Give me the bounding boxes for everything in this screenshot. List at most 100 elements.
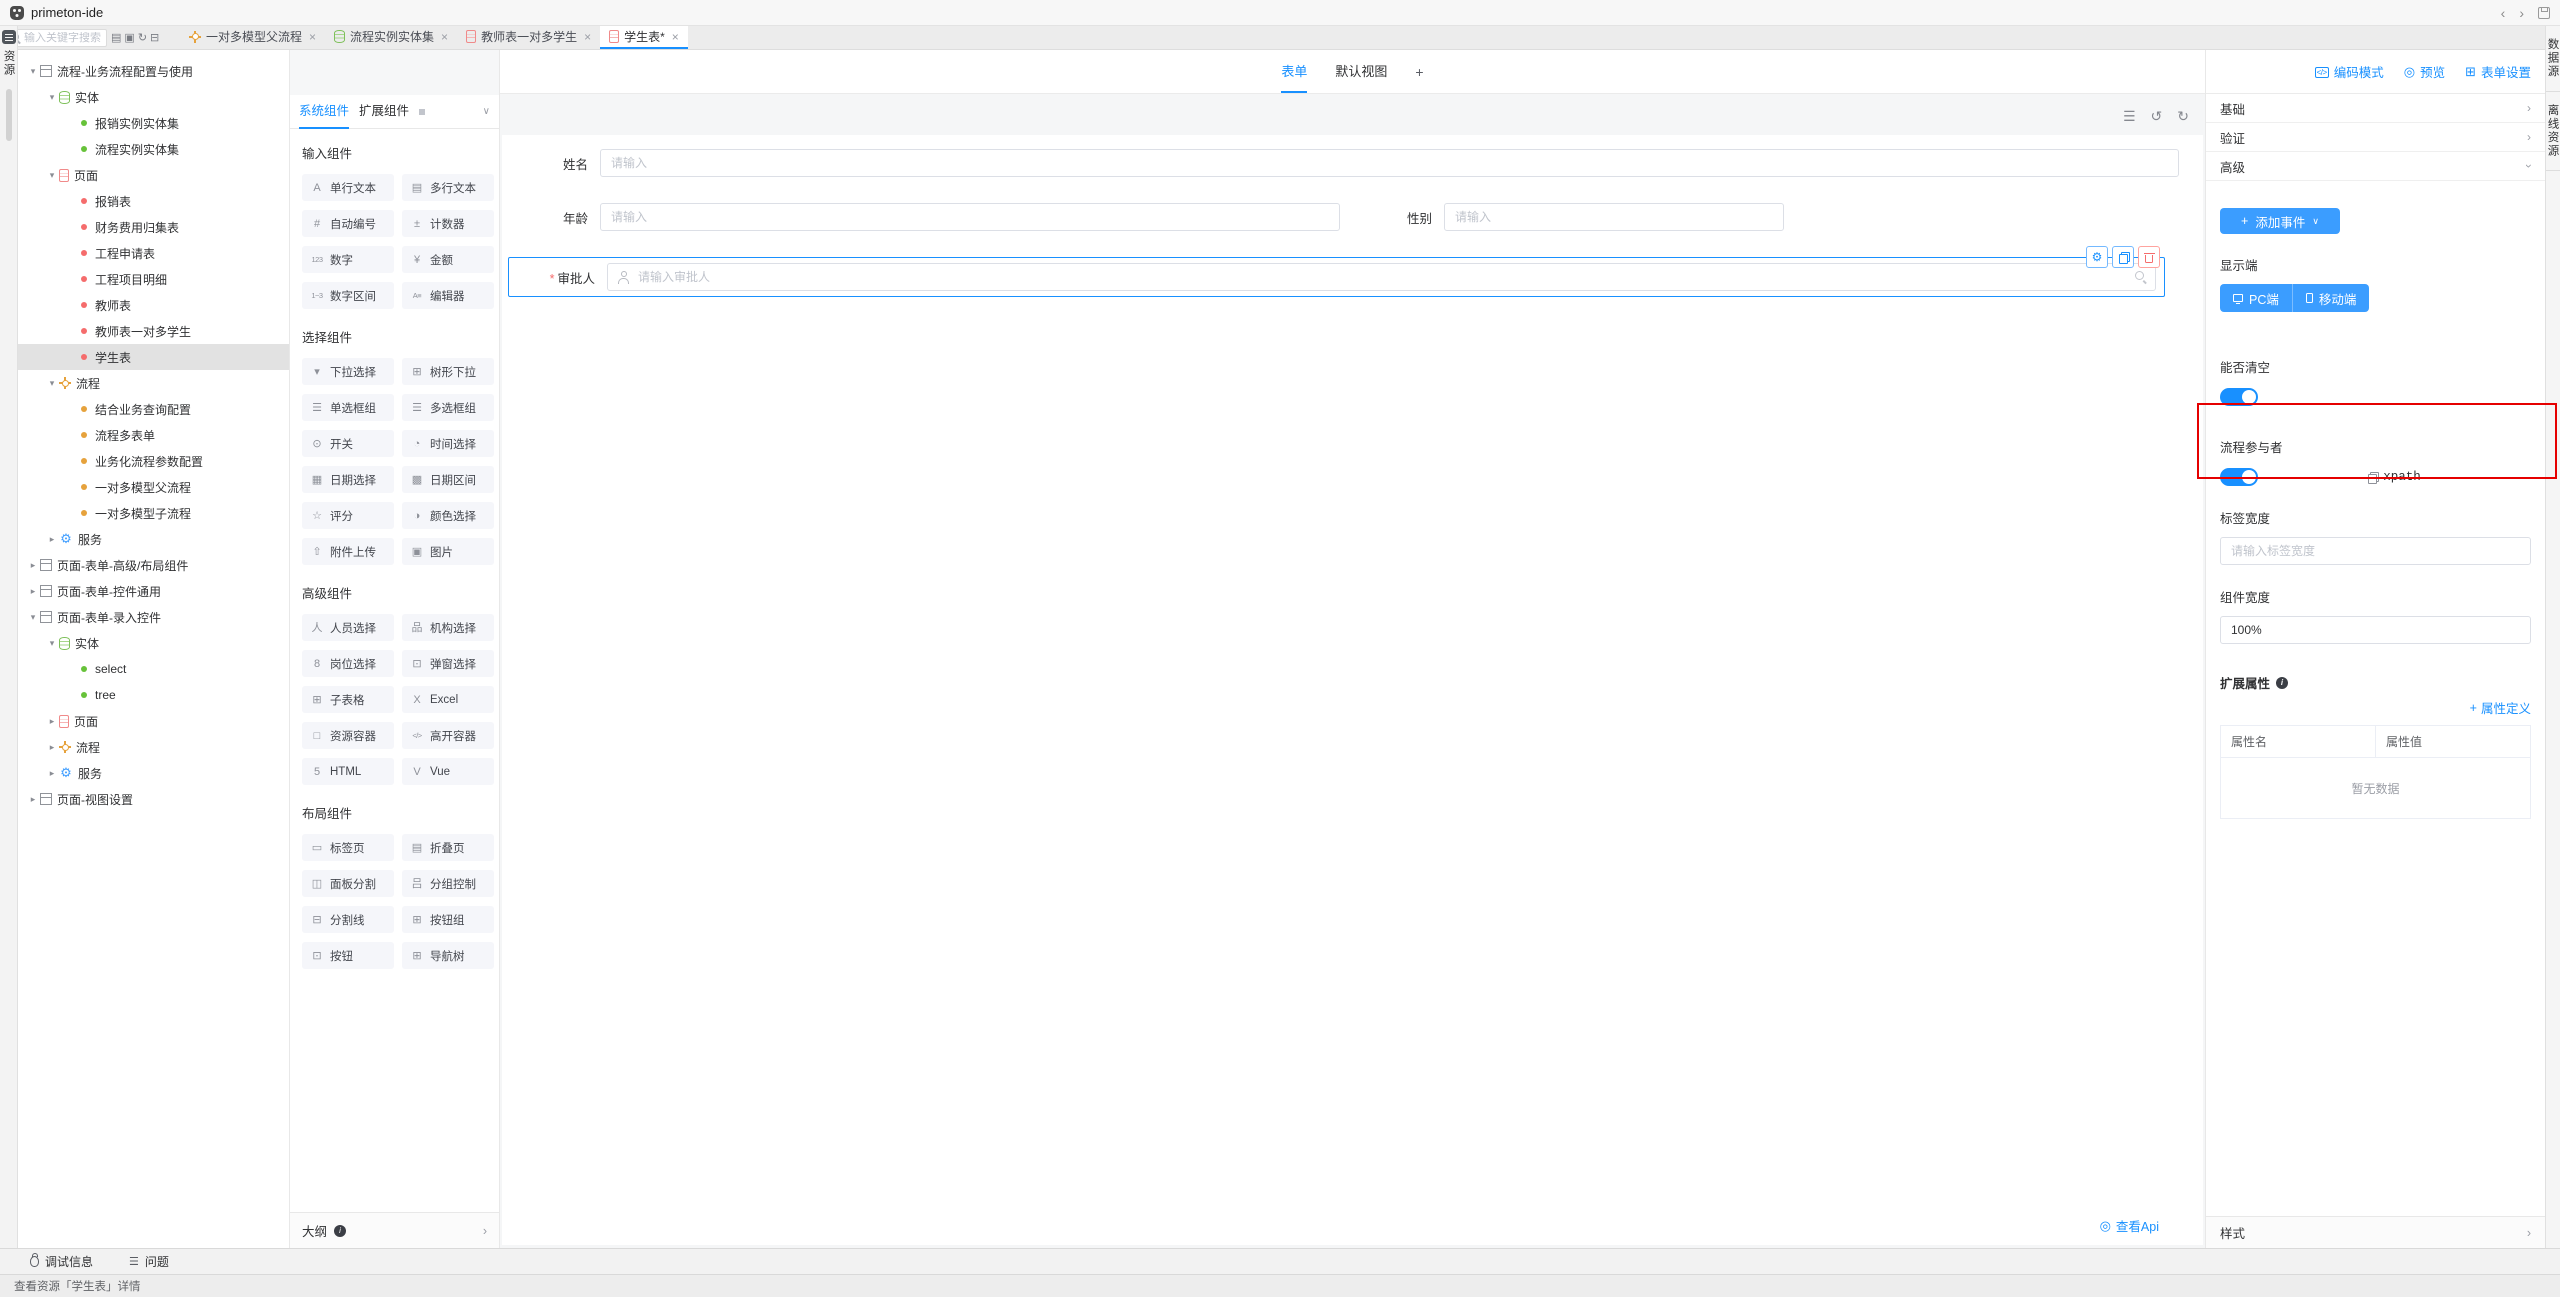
view-api-link[interactable]: ◎ 查看Api (2100, 1216, 2159, 1235)
tree-expand-arrow[interactable]: ▸ (45, 716, 59, 727)
palette-item[interactable]: 1~3 数字区间 (302, 282, 394, 309)
rail-scroll-thumb[interactable] (6, 89, 12, 141)
copy-icon[interactable] (2368, 472, 2377, 483)
accordion-section[interactable]: 基础 › (2206, 94, 2545, 123)
view-tab[interactable]: 表单 (1281, 50, 1307, 93)
resource-search-input[interactable] (24, 32, 102, 44)
tree-expand-arrow[interactable]: ▸ (26, 586, 40, 597)
palette-item[interactable]: # 自动编号 (302, 210, 394, 237)
tree-expand-arrow[interactable]: ▸ (45, 768, 59, 779)
header-action-button[interactable]: 编码模式 (2315, 62, 2384, 81)
palette-item[interactable]: ☆ 评分 (302, 502, 394, 529)
palette-item[interactable]: ◫ 面板分割 (302, 870, 394, 897)
tree-expand-arrow[interactable]: ▸ (26, 794, 40, 805)
field-settings-button[interactable]: ⚙ (2086, 246, 2108, 268)
document-tab[interactable]: 学生表* × (600, 26, 688, 49)
palette-item[interactable]: ⊞ 子表格 (302, 686, 394, 713)
palette-item[interactable]: ⇧ 附件上传 (302, 538, 394, 565)
accordion-section[interactable]: 高级 › (2206, 152, 2545, 181)
undo-icon[interactable]: ↺ (2151, 108, 2163, 125)
participant-toggle[interactable] (2220, 468, 2258, 486)
problems-button[interactable]: ☰ 问题 (129, 1253, 169, 1270)
menu-icon[interactable] (2, 30, 16, 44)
clearable-toggle[interactable] (2220, 388, 2258, 406)
tree-item[interactable]: 一对多模型父流程 (18, 474, 289, 500)
tree-item[interactable]: 业务化流程参数配置 (18, 448, 289, 474)
palette-item[interactable]: X Excel (402, 686, 494, 713)
palette-item[interactable]: ⊟ 分割线 (302, 906, 394, 933)
palette-item[interactable]: ▤ 多行文本 (402, 174, 494, 201)
tree-item[interactable]: ▾ 流程-业务流程配置与使用 (18, 58, 289, 84)
debug-info-button[interactable]: 调试信息 (30, 1253, 93, 1270)
palette-item[interactable]: ⊞ 树形下拉 (402, 358, 494, 385)
refresh-icon[interactable]: ↻ (138, 31, 147, 44)
new-folder-icon[interactable]: ▣ (124, 31, 134, 44)
tree-expand-arrow[interactable]: ▾ (45, 378, 59, 389)
tree-expand-arrow[interactable]: ▾ (26, 612, 40, 623)
tree-item[interactable]: 学生表 (18, 344, 289, 370)
tree-item[interactable]: ▾ 流程 (18, 370, 289, 396)
rail-tab[interactable]: 离线资源 (2546, 92, 2560, 171)
redo-icon[interactable]: ↻ (2177, 108, 2189, 125)
pin-icon[interactable] (419, 109, 425, 115)
palette-item[interactable]: 品 机构选择 (402, 614, 494, 641)
field-copy-button[interactable] (2112, 246, 2134, 268)
tree-item[interactable]: ▸ 流程 (18, 734, 289, 760)
tree-item[interactable]: ▸ 页面-表单-控件通用 (18, 578, 289, 604)
tree-expand-arrow[interactable]: ▾ (45, 92, 59, 103)
tree-item[interactable]: 教师表一对多学生 (18, 318, 289, 344)
attr-define-link[interactable]: 属性定义 (2481, 698, 2531, 717)
tab-close-icon[interactable]: × (584, 30, 591, 44)
search-box[interactable] (5, 29, 107, 47)
approver-input[interactable] (607, 263, 2156, 291)
palette-item[interactable]: ¥ 金额 (402, 246, 494, 273)
name-input[interactable] (600, 149, 2179, 177)
palette-item[interactable]: ☰ 多选框组 (402, 394, 494, 421)
tree-item[interactable]: ▾ 实体 (18, 630, 289, 656)
pc-side-button[interactable]: PC端 (2220, 284, 2293, 312)
tree-item[interactable]: ▾ 页面 (18, 162, 289, 188)
tree-expand-arrow[interactable]: ▸ (26, 560, 40, 571)
tree-item[interactable]: ▸ 服务 (18, 760, 289, 786)
tree-expand-arrow[interactable]: ▾ (45, 638, 59, 649)
tree-expand-arrow[interactable]: ▾ (45, 170, 59, 181)
palette-item[interactable]: □ 资源容器 (302, 722, 394, 749)
form-field-name[interactable]: 姓名 (502, 149, 2179, 177)
field-delete-button[interactable] (2138, 246, 2160, 268)
header-action-button[interactable]: 表单设置 (2465, 62, 2531, 81)
document-tab[interactable]: 教师表一对多学生 × (457, 26, 600, 49)
palette-item[interactable]: ▩ 日期区间 (402, 466, 494, 493)
tree-item[interactable]: 结合业务查询配置 (18, 396, 289, 422)
palette-item[interactable]: ± 计数器 (402, 210, 494, 237)
palette-item[interactable]: 吕 分组控制 (402, 870, 494, 897)
palette-item[interactable]: 5 HTML (302, 758, 394, 785)
palette-item[interactable]: 人 人员选择 (302, 614, 394, 641)
palette-item[interactable]: ◔ 时间选择 (402, 430, 494, 457)
rail-tab[interactable]: 数据源 (2546, 26, 2560, 92)
label-width-input[interactable] (2220, 537, 2531, 565)
view-tab[interactable]: 默认视图 (1335, 50, 1387, 93)
tree-item[interactable]: tree (18, 682, 289, 708)
collapse-all-icon[interactable]: ⊟ (150, 31, 159, 44)
tree-item[interactable]: 教师表 (18, 292, 289, 318)
tree-expand-arrow[interactable]: ▸ (45, 742, 59, 753)
tree-item[interactable]: ▸ 服务 (18, 526, 289, 552)
tree-item[interactable]: ▸ 页面-视图设置 (18, 786, 289, 812)
accordion-section[interactable]: 验证 › (2206, 123, 2545, 152)
tree-item[interactable]: 财务费用归集表 (18, 214, 289, 240)
palette-item[interactable]: ▣ 图片 (402, 538, 494, 565)
selected-approver-field[interactable]: *审批人 ⚙ (508, 257, 2165, 297)
tree-item[interactable]: 报销实例实体集 (18, 110, 289, 136)
tree-item[interactable]: ▾ 实体 (18, 84, 289, 110)
palette-item[interactable]: 8 岗位选择 (302, 650, 394, 677)
document-tab[interactable]: 流程实例实体集 × (325, 26, 457, 49)
tree-expand-arrow[interactable]: ▸ (45, 534, 59, 545)
palette-item[interactable]: ⊞ 导航树 (402, 942, 494, 969)
component-width-input[interactable] (2220, 616, 2531, 644)
import-resource-icon[interactable]: ▤ (111, 31, 121, 44)
palette-item[interactable]: ⊡ 弹窗选择 (402, 650, 494, 677)
outline-icon[interactable]: ☰ (2123, 108, 2136, 125)
style-accordion[interactable]: 样式 › (2206, 1216, 2545, 1248)
palette-item[interactable]: ▦ 日期选择 (302, 466, 394, 493)
tree-item[interactable]: 流程实例实体集 (18, 136, 289, 162)
